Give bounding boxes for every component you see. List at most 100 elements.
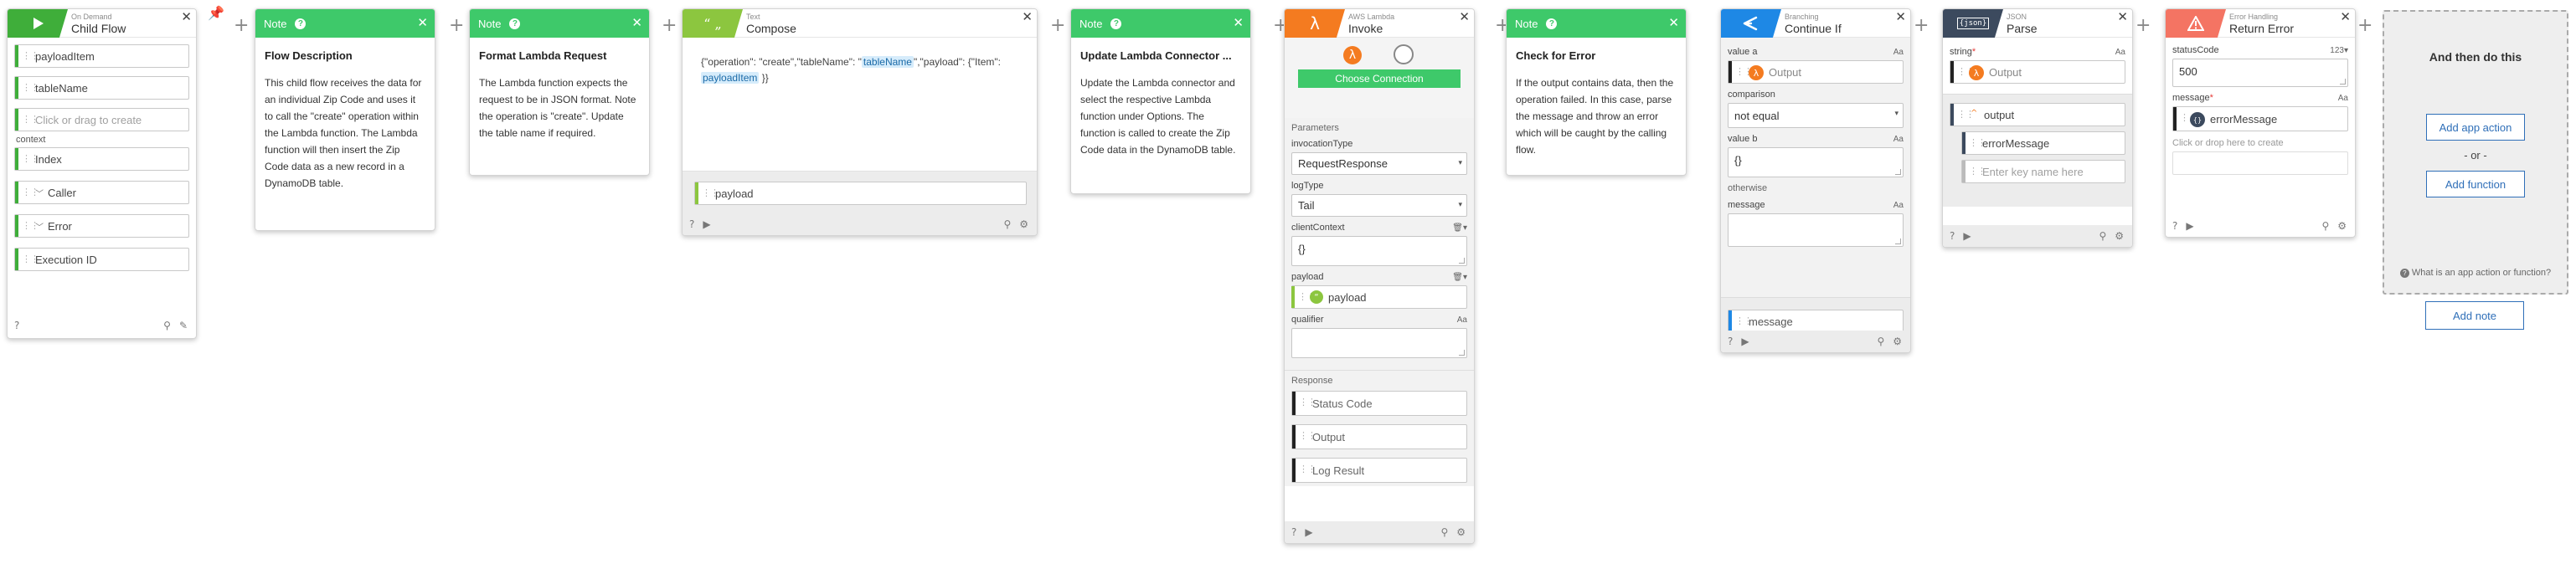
choose-connection-button[interactable]: Choose Connection [1298, 69, 1461, 88]
edit-icon[interactable]: ✎ [179, 320, 188, 331]
response-output[interactable]: ⋮⋮ Output [1291, 424, 1467, 449]
add-step-plus-icon[interactable]: + [234, 17, 249, 35]
help-icon[interactable]: ? [295, 18, 307, 29]
run-icon[interactable]: ▶ [1741, 336, 1749, 347]
search-icon[interactable]: ⚲ [1877, 336, 1884, 347]
drop-target-field[interactable] [2172, 151, 2348, 175]
add-step-plus-icon[interactable]: + [1914, 17, 1929, 35]
string-input[interactable]: ⋮⋮ λ Output [1950, 60, 2125, 84]
format-aa-icon[interactable]: Aa [2115, 47, 2125, 58]
context-field-index[interactable]: ⋮⋮ Index [14, 147, 189, 171]
output-root-field[interactable]: ⋮⋮ ^ output [1950, 103, 2125, 126]
search-icon[interactable]: ⚲ [1440, 526, 1448, 538]
close-icon[interactable]: ✕ [631, 17, 642, 29]
help-icon[interactable]: ? [14, 320, 19, 331]
chevron-up-icon[interactable]: ^ [1971, 109, 1977, 118]
note-card-update-lambda[interactable]: Note ? ✕ Update Lambda Connector ... Upd… [1070, 8, 1251, 194]
search-icon[interactable]: ⚲ [1003, 218, 1011, 230]
comparison-select[interactable]: not equal [1728, 103, 1904, 128]
search-icon[interactable]: ⚲ [2321, 220, 2329, 232]
context-field-error[interactable]: ⋮⋮ ﹀ Error [14, 214, 189, 238]
compose-text-area[interactable]: {"operation": "create","tableName": " tab… [683, 38, 1037, 172]
trash-icon[interactable]: 🗑▾ [1452, 223, 1467, 233]
add-function-button[interactable]: Add function [2426, 171, 2525, 197]
add-step-plus-icon[interactable]: + [2136, 17, 2151, 35]
note-card-check-error[interactable]: Note ? ✕ Check for Error If the output c… [1506, 8, 1687, 176]
return-error-card[interactable]: Error Handling Return Error ✕ statusCode… [2165, 8, 2356, 238]
json-parse-card[interactable]: {json} JSON Parse ✕ string* Aa ⋮⋮ λ Output … [1942, 8, 2133, 248]
close-icon[interactable]: ✕ [1233, 17, 1244, 29]
search-icon[interactable]: ⚲ [2099, 230, 2106, 242]
add-step-plus-icon[interactable]: + [1050, 17, 1065, 35]
close-icon[interactable]: ✕ [181, 11, 192, 23]
help-icon[interactable]: ? [1291, 526, 1296, 538]
note-card-flow-description[interactable]: Note ? ✕ Flow Description This child flo… [255, 8, 435, 231]
gear-icon[interactable]: ⚙ [1019, 218, 1028, 230]
lambda-invoke-card[interactable]: λ AWS Lambda Invoke ✕ λ Choose Connectio… [1284, 8, 1475, 544]
gear-icon[interactable]: ⚙ [2115, 230, 2124, 242]
field-tablename[interactable]: ⋮⋮ tableName [14, 76, 189, 100]
value-a-input[interactable]: ⋮⋮ λ Output [1728, 60, 1904, 84]
format-aa-icon[interactable]: Aa [1893, 200, 1904, 211]
close-icon[interactable]: ✕ [2340, 11, 2351, 23]
gear-icon[interactable]: ⚙ [1456, 526, 1466, 538]
next-step-panel[interactable]: And then do this Add app action - or - A… [2383, 10, 2568, 295]
run-icon[interactable]: ▶ [1963, 230, 1971, 242]
enter-key-name-input[interactable]: ⋮⋮ Enter key name here [1961, 160, 2125, 183]
run-icon[interactable]: ▶ [1305, 526, 1312, 538]
help-icon[interactable]: ? [509, 18, 521, 29]
create-field-placeholder[interactable]: ⋮⋮ Click or drag to create [14, 108, 189, 131]
pin-icon[interactable]: 📌 [208, 7, 224, 20]
close-icon[interactable]: ✕ [1459, 11, 1470, 23]
field-payloaditem[interactable]: ⋮⋮ payloadItem [14, 44, 189, 68]
response-status-code[interactable]: ⋮⋮ Status Code [1291, 391, 1467, 416]
payload-input[interactable]: ⋮⋮ “payload [1291, 285, 1467, 309]
what-is-app-action-link[interactable]: ? What is an app action or function? [2384, 268, 2567, 278]
value-b-input[interactable]: {} [1728, 147, 1904, 177]
add-step-plus-icon[interactable]: + [449, 17, 464, 35]
help-icon[interactable]: ? [2172, 220, 2177, 232]
output-child-errormessage[interactable]: ⋮⋮ errorMessage [1961, 131, 2125, 155]
format-aa-icon[interactable]: Aa [1893, 134, 1904, 145]
compose-card[interactable]: “ „ Text Compose ✕ {"operation": "create… [682, 8, 1038, 236]
add-app-action-button[interactable]: Add app action [2426, 114, 2525, 141]
help-icon[interactable]: ? [1728, 336, 1733, 347]
run-icon[interactable]: ▶ [2186, 220, 2193, 232]
close-icon[interactable]: ✕ [2117, 11, 2128, 23]
run-icon[interactable]: ▶ [703, 218, 710, 230]
qualifier-input[interactable] [1291, 328, 1467, 358]
trash-icon[interactable]: 🗑▾ [1452, 272, 1467, 283]
token-payloaditem[interactable]: payloadItem [701, 72, 760, 84]
message-input[interactable] [1728, 213, 1904, 247]
number-type-icon[interactable]: 123▾ [2330, 45, 2348, 56]
add-step-plus-icon[interactable]: + [2357, 17, 2372, 35]
invocationtype-select[interactable]: RequestResponse [1291, 152, 1467, 175]
format-aa-icon[interactable]: Aa [1893, 47, 1904, 58]
trigger-card[interactable]: On Demand Child Flow ✕ ⋮⋮ payloadItem ⋮⋮ t… [7, 8, 197, 339]
format-aa-icon[interactable]: Aa [1457, 315, 1467, 326]
response-log-result[interactable]: ⋮⋮ Log Result [1291, 458, 1467, 483]
clientcontext-input[interactable]: {} [1291, 236, 1467, 266]
help-icon[interactable]: ? [689, 218, 694, 230]
continue-if-card[interactable]: Branching Continue If ✕ value a Aa ⋮⋮ λ Out… [1720, 8, 1911, 353]
add-step-plus-icon[interactable]: + [662, 17, 677, 35]
gear-icon[interactable]: ⚙ [1893, 336, 1902, 347]
context-field-caller[interactable]: ⋮⋮ ﹀ Caller [14, 181, 189, 204]
close-icon[interactable]: ✕ [1895, 11, 1906, 23]
format-aa-icon[interactable]: Aa [2338, 93, 2348, 104]
add-note-button[interactable]: Add note [2425, 301, 2524, 330]
statuscode-input[interactable]: 500 [2172, 59, 2348, 87]
message-input[interactable]: ⋮⋮{} errorMessage [2172, 106, 2348, 131]
help-icon[interactable]: ? [1950, 230, 1955, 242]
close-icon[interactable]: ✕ [417, 17, 428, 29]
logtype-select[interactable]: Tail [1291, 194, 1467, 217]
note-card-format-lambda[interactable]: Note ? ✕ Format Lambda Request The Lambd… [469, 8, 650, 176]
continue-output-message[interactable]: ⋮⋮ message [1728, 310, 1904, 333]
gear-icon[interactable]: ⚙ [2337, 220, 2347, 232]
token-tablename[interactable]: tableName [861, 56, 914, 68]
search-icon[interactable]: ⚲ [163, 320, 171, 331]
help-icon[interactable]: ? [1546, 18, 1558, 29]
compose-output-payload[interactable]: ⋮⋮ payload [694, 182, 1027, 205]
help-icon[interactable]: ? [1110, 18, 1122, 29]
context-field-execution-id[interactable]: ⋮⋮ Execution ID [14, 248, 189, 271]
